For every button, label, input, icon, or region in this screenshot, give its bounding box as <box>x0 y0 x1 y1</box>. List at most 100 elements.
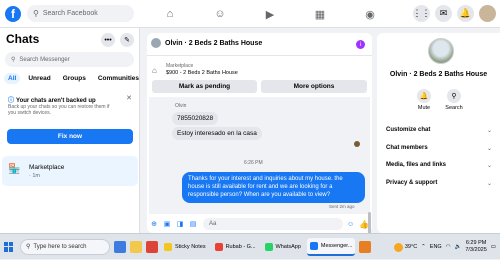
filter-all[interactable]: All <box>4 73 21 84</box>
menu-grid-icon[interactable]: ⋮⋮ <box>413 5 431 22</box>
backup-description: Back up your chats so you can restore th… <box>8 104 110 116</box>
top-navigation-bar: f ⚲ Search Facebook ⌂ ☺ ▶ ▦ ◉ ⋮⋮ ✉ 🔔 <box>0 0 500 28</box>
bell-icon: 🔔 <box>417 89 431 103</box>
app-icon[interactable] <box>359 240 372 253</box>
privacy-support-section[interactable]: Privacy & support ⌄ <box>386 180 492 187</box>
chevron-down-icon: ⌄ <box>486 146 492 152</box>
wifi-icon[interactable]: ◠ <box>446 244 451 250</box>
marketplace-icon: 🏪 <box>8 164 21 175</box>
taskbar-app-label: Sticky Notes <box>175 243 206 250</box>
message-timestamp: 6:26 PM <box>244 160 263 166</box>
read-receipt-avatar <box>354 141 360 147</box>
search-label: Search <box>445 105 463 111</box>
message-thread: Olvin 7855020828 Estoy interesado en la … <box>149 97 371 250</box>
gmail-icon <box>214 242 223 251</box>
filter-groups[interactable]: Groups <box>59 73 90 84</box>
message-input[interactable]: Aa <box>203 218 343 230</box>
clock-date: 7/3/2025 <box>465 247 487 253</box>
system-tray: 39°C ⌃ ENG ◠ 🔈 6:29 PM 7/3/2025 ▭ <box>393 234 496 260</box>
like-icon[interactable]: 👍 <box>359 220 369 229</box>
chevron-down-icon: ⌄ <box>486 181 492 187</box>
chrome-icon[interactable] <box>146 240 158 253</box>
sticky-notes-icon <box>164 242 172 251</box>
sun-icon <box>393 242 403 252</box>
divider <box>147 55 372 56</box>
new-message-icon[interactable]: ✎ <box>120 33 134 47</box>
conversation-time: · 1m <box>29 173 40 179</box>
messenger-search-input[interactable]: ⚲ Search Messenger <box>5 52 134 67</box>
conversation-name: Marketplace <box>29 164 65 171</box>
messenger-search-placeholder: Search Messenger <box>19 56 70 63</box>
section-label: Chat members <box>386 145 428 151</box>
section-label: Customize chat <box>386 127 431 133</box>
profile-avatar[interactable] <box>479 5 496 22</box>
mute-label: Mute <box>417 105 431 111</box>
mark-as-pending-button[interactable]: Mark as pending <box>152 80 257 93</box>
section-label: Media, files and links <box>386 162 447 168</box>
taskbar-app-messenger[interactable]: Messenger... <box>306 237 356 256</box>
notifications-icon[interactable]: 🔔 <box>457 5 474 22</box>
video-icon[interactable]: ▶ <box>245 0 295 28</box>
plus-icon[interactable]: ⊕ <box>148 220 160 228</box>
taskbar-app-whatsapp[interactable]: WhatsApp <box>262 238 304 256</box>
chat-filters: All Unread Groups Communities <box>4 73 143 84</box>
marketplace-icon[interactable]: ▦ <box>295 0 345 28</box>
taskbar-search-input[interactable]: ⚲ Type here to search <box>20 238 110 255</box>
file-explorer-icon[interactable] <box>130 240 142 253</box>
taskbar-app-label: Rubab - G... <box>225 243 256 250</box>
notification-center-icon[interactable]: ▭ <box>491 244 496 250</box>
taskbar-app-sticky-notes[interactable]: Sticky Notes <box>161 238 209 256</box>
home-icon[interactable]: ⌂ <box>145 0 195 28</box>
conversation-title[interactable]: Olvin · 2 Beds 2 Baths House <box>165 40 262 47</box>
conversation-details-panel: Olvin · 2 Beds 2 Baths House 🔔 Mute ⚲ Se… <box>377 33 500 233</box>
facebook-logo[interactable]: f <box>5 5 21 22</box>
taskbar-app-gmail[interactable]: Rubab - G... <box>212 238 259 256</box>
media-files-links-section[interactable]: Media, files and links ⌄ <box>386 162 492 169</box>
gif-icon[interactable]: ▤ <box>187 220 199 228</box>
messenger-icon[interactable]: ✉ <box>435 5 452 22</box>
taskbar-app-label: Messenger... <box>320 242 353 249</box>
volume-icon[interactable]: 🔈 <box>455 244 462 250</box>
search-icon: ⚲ <box>11 57 16 63</box>
filter-communities[interactable]: Communities <box>94 73 143 84</box>
image-icon[interactable]: ▣ <box>161 220 173 228</box>
windows-taskbar: ⚲ Type here to search Sticky Notes Rubab… <box>0 233 500 259</box>
conversation-item[interactable]: 🏪 Marketplace · 1m <box>2 156 138 186</box>
emoji-icon[interactable]: ☺ <box>347 221 354 228</box>
section-label: Privacy & support <box>386 180 438 186</box>
filter-unread[interactable]: Unread <box>24 73 54 84</box>
incoming-message: 7855020828 <box>172 112 219 125</box>
more-options-icon[interactable]: ••• <box>101 33 115 47</box>
chats-title: Chats <box>6 32 40 46</box>
friends-icon[interactable]: ☺ <box>195 0 245 28</box>
close-icon[interactable]: ✕ <box>126 94 132 102</box>
language-indicator[interactable]: ENG <box>430 244 442 250</box>
search-button[interactable]: ⚲ Search <box>439 89 469 111</box>
contact-avatar[interactable] <box>151 38 161 48</box>
conversation-info-icon[interactable]: i <box>356 40 365 49</box>
conversation-panel: Olvin · 2 Beds 2 Baths House i ⌂ Marketp… <box>147 33 372 250</box>
sticker-icon[interactable]: ◨ <box>174 220 186 228</box>
windows-start-icon[interactable] <box>4 241 14 252</box>
task-view-icon[interactable] <box>114 240 126 253</box>
mute-button[interactable]: 🔔 Mute <box>409 89 439 111</box>
listing-photo[interactable] <box>428 38 454 64</box>
chevron-down-icon: ⌄ <box>486 128 492 134</box>
tray-chevron-up-icon[interactable]: ⌃ <box>421 244 426 250</box>
search-icon: ⚲ <box>33 9 39 18</box>
fix-now-button[interactable]: Fix now <box>7 129 133 144</box>
facebook-search-input[interactable]: ⚲ Search Facebook <box>27 5 134 22</box>
messenger-icon <box>309 241 318 250</box>
taskbar-search-placeholder: Type here to search <box>33 243 87 250</box>
outgoing-message: Thanks for your interest and inquiries a… <box>182 172 365 203</box>
temperature: 39°C <box>404 244 418 250</box>
weather-widget[interactable]: 39°C <box>393 242 418 252</box>
more-options-button[interactable]: More options <box>261 80 367 93</box>
customize-chat-section[interactable]: Customize chat ⌄ <box>386 127 492 134</box>
chat-members-section[interactable]: Chat members ⌄ <box>386 145 492 152</box>
marketplace-label: Marketplace <box>166 63 194 69</box>
taskbar-app-label: WhatsApp <box>275 243 301 250</box>
groups-icon[interactable]: ◉ <box>345 0 395 28</box>
clock[interactable]: 6:29 PM 7/3/2025 <box>465 240 486 254</box>
search-icon: ⚲ <box>26 244 31 250</box>
